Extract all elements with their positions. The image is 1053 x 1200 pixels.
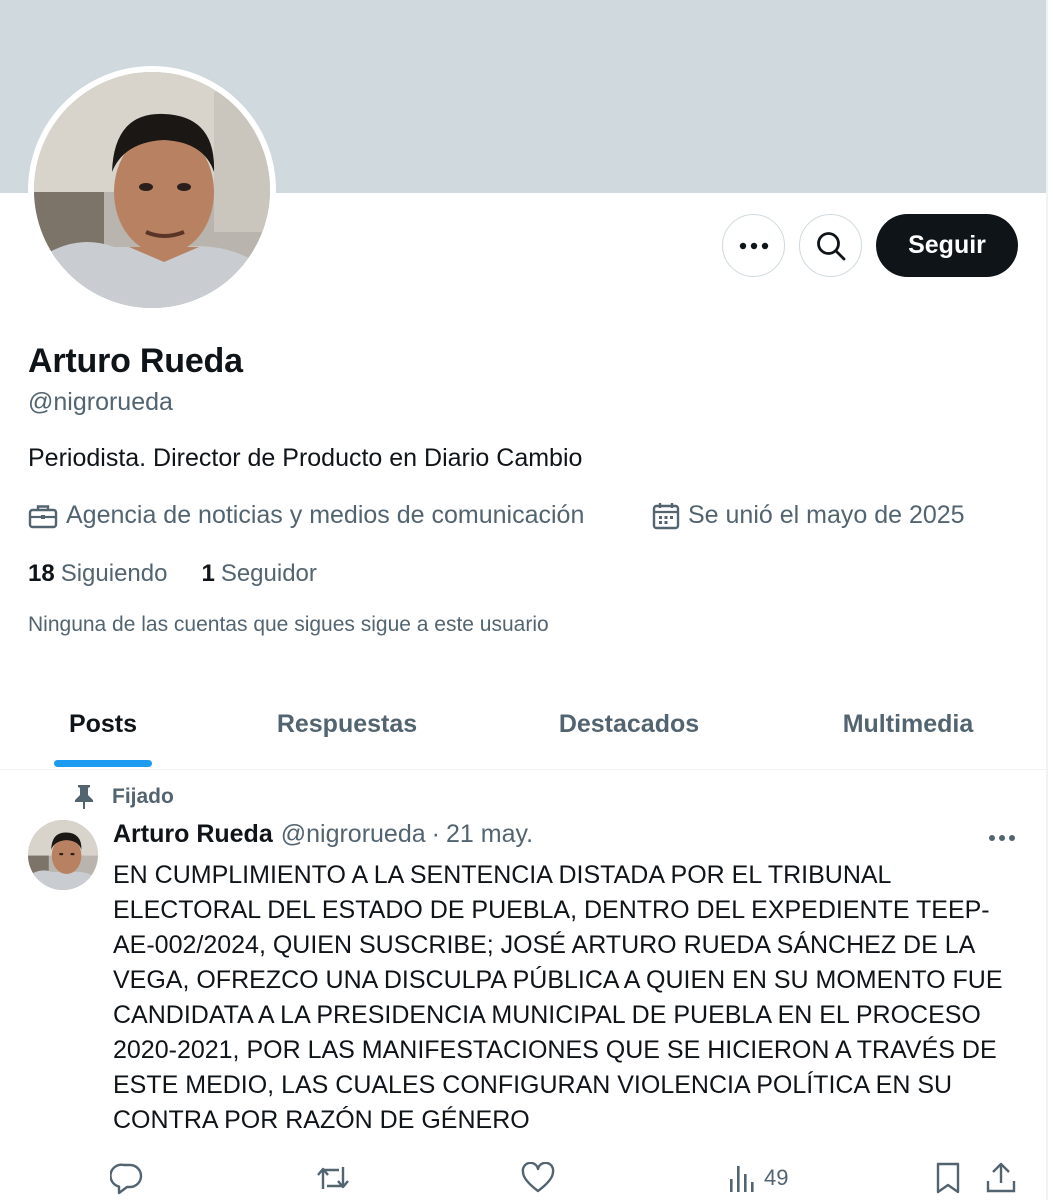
- post-header: Arturo Rueda @nigrorueda · 21 may.: [113, 820, 533, 849]
- pin-icon: [72, 784, 96, 810]
- profile-joined: Se unió el mayo de 2025: [652, 501, 965, 530]
- post-text-line: AE-002/2024, QUIEN SUSCRIBE; JOSÉ ARTURO…: [113, 931, 976, 959]
- bookmark-icon: [934, 1161, 962, 1195]
- post-text-line: 2020-2021, POR LAS MANIFESTACIONES QUE S…: [113, 1036, 997, 1064]
- more-horizontal-icon: [988, 834, 1016, 842]
- active-tab-indicator: [54, 760, 152, 767]
- reply-icon: [110, 1161, 144, 1195]
- views-count: 49: [764, 1165, 789, 1190]
- tab-respuestas[interactable]: Respuestas: [262, 680, 432, 769]
- post-text-line: CONTRA POR RAZÓN DE GÉNERO: [113, 1106, 530, 1134]
- tab-destacados[interactable]: Destacados: [540, 680, 718, 769]
- repost-button[interactable]: [315, 1158, 351, 1198]
- profile-handle: @nigrorueda: [28, 388, 173, 416]
- avatar-photo: [34, 72, 270, 308]
- pinned-label: Fijado: [112, 785, 174, 808]
- profile-tabs: Posts Respuestas Destacados Multimedia: [0, 680, 1046, 770]
- followers-label: Seguidor: [220, 560, 317, 587]
- post-separator: ·: [431, 820, 440, 848]
- search-profile-button[interactable]: [799, 214, 862, 277]
- profile-category: Agencia de noticias y medios de comunica…: [28, 501, 584, 530]
- views-icon: [728, 1163, 756, 1193]
- profile-page: Seguir Arturo Rueda @nigrorueda Periodis…: [0, 0, 1048, 1200]
- like-button[interactable]: [521, 1158, 555, 1198]
- more-options-button[interactable]: [722, 214, 785, 277]
- share-button[interactable]: [985, 1158, 1017, 1198]
- post-more-button[interactable]: [982, 822, 1022, 854]
- post-text: EN CUMPLIMIENTO A LA SENTENCIA DISTADA P…: [113, 858, 1028, 1138]
- briefcase-icon: [28, 503, 58, 529]
- column-border: [1046, 0, 1048, 1200]
- post-author-avatar[interactable]: [28, 820, 98, 890]
- post-author-name[interactable]: Arturo Rueda: [113, 820, 273, 849]
- pinned-label-row: Fijado: [72, 784, 174, 810]
- post-text-line: CANDIDATA A LA PRESIDENCIA MUNICIPAL DE …: [113, 1001, 981, 1029]
- post-text-line: ESTE MEDIO, LAS CUALES CONFIGURAN VIOLEN…: [113, 1071, 953, 1099]
- following-count: 18: [28, 560, 55, 587]
- post-date[interactable]: 21 may.: [446, 820, 533, 849]
- followers-link[interactable]: 1 Seguidor: [201, 560, 316, 588]
- follow-button[interactable]: Seguir: [876, 214, 1018, 277]
- views-button[interactable]: 49: [728, 1158, 788, 1198]
- profile-name: Arturo Rueda: [28, 342, 243, 380]
- search-icon: [815, 230, 847, 262]
- tab-posts[interactable]: Posts: [28, 680, 178, 769]
- mutual-followers-note: Ninguna de las cuentas que sigues sigue …: [28, 613, 549, 636]
- repost-icon: [315, 1161, 351, 1195]
- tab-multimedia[interactable]: Multimedia: [824, 680, 992, 769]
- reply-button[interactable]: [110, 1158, 144, 1198]
- like-icon: [521, 1162, 555, 1194]
- profile-stats: 18 Siguiendo 1 Seguidor: [28, 560, 317, 588]
- profile-category-text: Agencia de noticias y medios de comunica…: [66, 501, 585, 529]
- calendar-icon: [652, 502, 680, 530]
- profile-avatar[interactable]: [28, 66, 276, 314]
- following-label: Siguiendo: [60, 560, 168, 587]
- followers-count: 1: [201, 560, 215, 587]
- profile-joined-text: Se unió el mayo de 2025: [688, 501, 965, 529]
- post-text-line: EN CUMPLIMIENTO A LA SENTENCIA DISTADA P…: [113, 861, 892, 889]
- share-icon: [985, 1161, 1017, 1195]
- post-author-handle[interactable]: @nigrorueda: [281, 820, 426, 849]
- bookmark-button[interactable]: [934, 1158, 962, 1198]
- post-text-line: ELECTORAL DEL ESTADO DE PUEBLA, DENTRO D…: [113, 896, 990, 924]
- profile-bio: Periodista. Director de Producto en Diar…: [28, 444, 583, 472]
- post-text-line: VEGA, OFREZCO UNA DISCULPA PÚBLICA A QUI…: [113, 966, 1003, 994]
- more-horizontal-icon: [739, 242, 769, 250]
- following-link[interactable]: 18 Siguiendo: [28, 560, 167, 588]
